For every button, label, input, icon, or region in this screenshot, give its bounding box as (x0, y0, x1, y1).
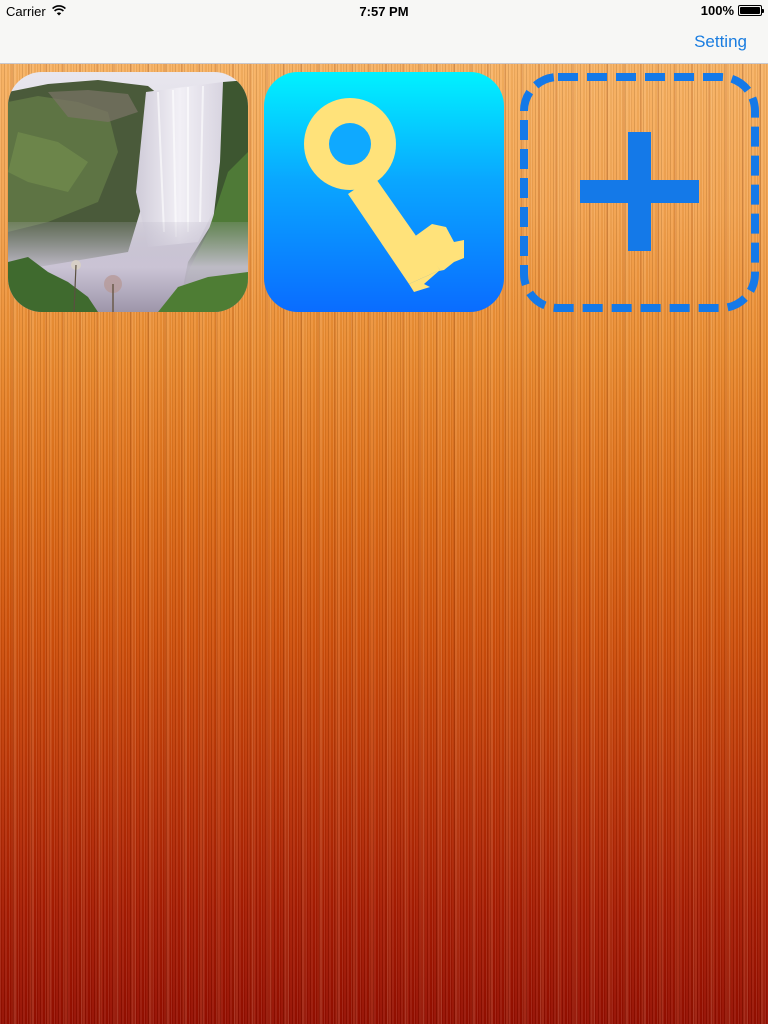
status-right: 100% (700, 3, 764, 18)
setting-button[interactable]: Setting (694, 32, 747, 52)
battery-fill (740, 7, 760, 14)
screen: Carrier 7:57 PM 100% Setting (0, 0, 768, 1024)
waterfall-photo[interactable] (8, 72, 248, 312)
battery-icon (738, 5, 764, 16)
status-time: 7:57 PM (359, 4, 409, 19)
key-app-tile[interactable] (264, 72, 504, 312)
add-tile[interactable] (519, 72, 759, 312)
status-bar: Carrier 7:57 PM 100% (0, 0, 768, 22)
battery-percent: 100% (700, 3, 734, 18)
plus-icon (580, 132, 699, 251)
navigation-bar: Setting (0, 22, 768, 64)
